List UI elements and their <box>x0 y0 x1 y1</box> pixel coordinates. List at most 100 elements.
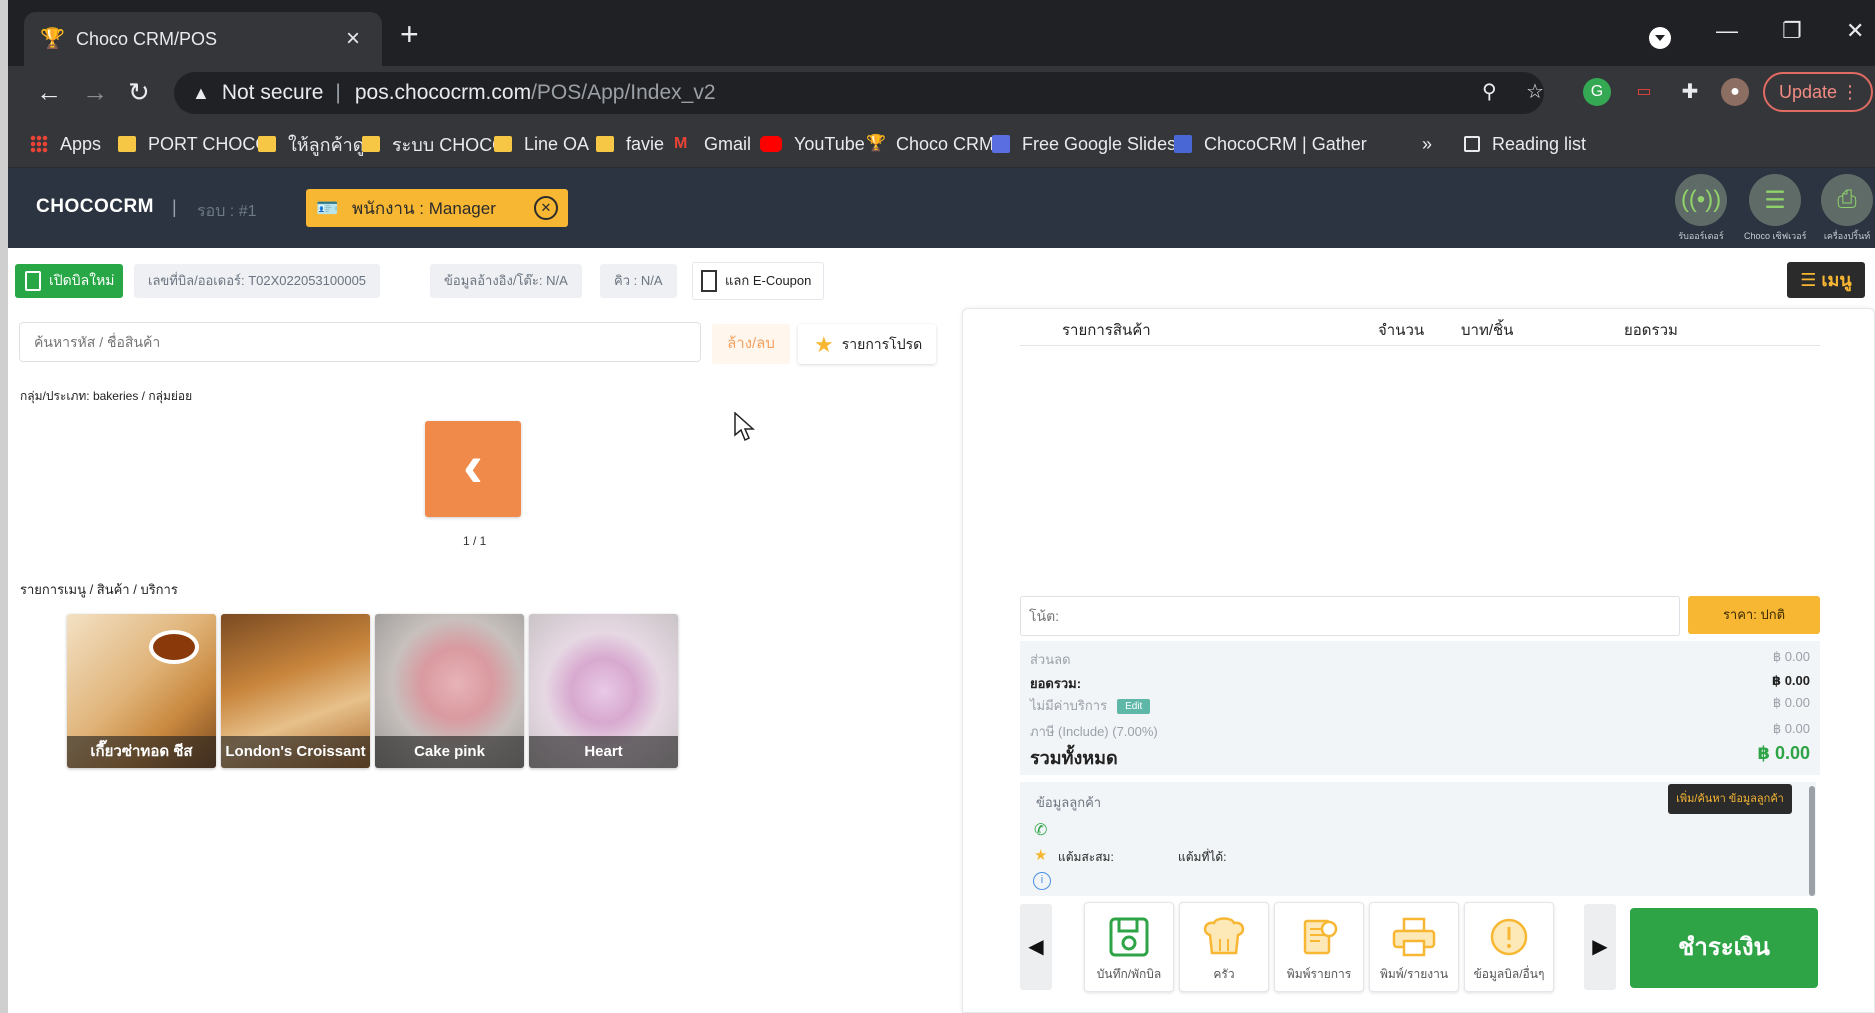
bookmarks-overflow-button[interactable]: » <box>1422 132 1432 156</box>
price-type-button[interactable]: ราคา: ปกติ <box>1688 596 1820 634</box>
reading-list-icon <box>1464 136 1480 152</box>
bill-info-button[interactable]: ข้อมูลบิล/อื่นๆ <box>1464 902 1554 992</box>
slides-icon <box>992 135 1010 153</box>
product-tile[interactable]: เกี๊ยวซ่าทอด ชีส <box>67 614 216 768</box>
avatar[interactable]: ● <box>1721 78 1749 106</box>
bookmark-port-choco[interactable]: PORT CHOCO <box>118 132 269 156</box>
actions-prev-button[interactable]: ◀ <box>1020 904 1052 990</box>
printer-icon: ⎙ <box>1821 174 1873 226</box>
grand-total-value: ฿ 0.00 <box>1757 743 1810 763</box>
cart-column-header: บาท/ชิ้น <box>1461 322 1514 339</box>
forward-icon[interactable]: → <box>82 78 108 106</box>
edit-service-button[interactable]: Edit <box>1117 699 1151 714</box>
qr-code-icon <box>701 270 717 292</box>
add-customer-button[interactable]: เพิ่ม/ค้นหา ข้อมูลลูกค้า <box>1668 784 1792 814</box>
bookmark-youtube[interactable]: YouTube <box>760 132 865 156</box>
staff-badge[interactable]: 🪪 พนักงาน : Manager ✕ <box>306 189 568 227</box>
folder-icon <box>258 136 276 152</box>
e-coupon-button[interactable]: แลก E-Coupon <box>692 262 825 300</box>
minimize-icon[interactable]: — <box>1716 18 1738 44</box>
broadcast-icon: ((•)) <box>1675 174 1727 226</box>
folder-icon <box>596 136 614 152</box>
reading-list-button[interactable]: Reading list <box>1464 132 1586 156</box>
brand-logo: CHOCOCRM <box>36 196 154 217</box>
product-tile[interactable]: Cake pink <box>375 614 524 768</box>
new-bill-button[interactable]: เปิดบิลใหม่ <box>15 264 123 298</box>
star-icon: ★ <box>814 332 834 357</box>
bookmarks-bar: Apps PORT CHOCO ให้ลูกค้าดู ระบบ CHOCO L… <box>8 120 1875 168</box>
print-list-icon <box>1275 909 1363 965</box>
bookmark-line-oa[interactable]: Line OA <box>494 132 589 156</box>
points-earned-label: แต้มที่ได้: <box>1178 850 1227 864</box>
server-icon: ☰ <box>1749 174 1801 226</box>
browser-tab[interactable]: 🏆 Choco CRM/POS × <box>24 12 382 66</box>
back-category-button[interactable]: ‹ <box>425 421 521 517</box>
product-search-input[interactable] <box>19 322 701 362</box>
youtube-icon <box>760 136 782 152</box>
info-icon <box>1465 909 1553 965</box>
new-tab-icon[interactable]: + <box>400 18 419 50</box>
pay-button[interactable]: ชำระเงิน <box>1630 908 1818 988</box>
clear-button[interactable]: ล้าง/ลบ <box>712 324 790 364</box>
bookmark-favie[interactable]: favie <box>596 132 664 156</box>
mouse-cursor-icon <box>734 412 755 442</box>
update-button[interactable]: Update <box>1763 72 1873 112</box>
totals-box: ส่วนลด฿ 0.00 ยอดรวม: ฿ 0.00 ไม่มีค่าบริกา… <box>1020 641 1820 775</box>
extension-grammarly-icon[interactable]: G <box>1583 78 1611 106</box>
bookmark-choco-system[interactable]: ระบบ CHOCO <box>362 132 506 156</box>
security-label: Not secure <box>221 81 324 104</box>
bookmark-chococrm-gather[interactable]: ChocoCRM | Gather <box>1174 132 1367 156</box>
printer-button[interactable]: ⎙ เครื่องปริ้นท์ <box>1816 174 1875 243</box>
save-hold-bill-button[interactable]: บันทึก/พักบิล <box>1084 902 1174 992</box>
reload-icon[interactable]: ↻ <box>128 78 150 106</box>
close-window-icon[interactable]: ✕ <box>1846 18 1864 44</box>
close-staff-icon[interactable]: ✕ <box>534 196 558 220</box>
order-receiver-button[interactable]: ((•)) รับออร์เดอร์ <box>1670 174 1732 243</box>
profile-dropdown-icon[interactable] <box>1649 27 1671 49</box>
reference-chip[interactable]: ข้อมูลอ้างอิง/โต๊ะ: N/A <box>430 264 582 298</box>
product-tile[interactable]: London's Croissant <box>221 614 370 768</box>
bookmark-choco-crm[interactable]: 🏆 Choco CRM <box>866 132 994 156</box>
choco-server-button[interactable]: ☰ Choco เซิฟเวอร์ <box>1744 174 1806 243</box>
chef-hat-icon <box>1180 909 1268 965</box>
menu-button[interactable]: ☰ เมนู <box>1787 262 1865 298</box>
print-report-button[interactable]: พิมพ์/รายงาน <box>1369 902 1459 992</box>
bookmark-apps[interactable]: Apps <box>30 132 101 156</box>
bookmark-star-icon[interactable]: ☆ <box>1526 79 1544 104</box>
page-indicator: 1 / 1 <box>463 534 487 548</box>
customer-scrollbar[interactable] <box>1809 786 1815 896</box>
extension-cast-icon[interactable]: ▭ <box>1630 78 1658 106</box>
back-icon[interactable]: ← <box>36 78 62 106</box>
info-icon[interactable]: i <box>1033 872 1051 890</box>
bill-number-chip: เลขที่บิล/ออเดอร์: T02X022053100005 <box>134 264 381 298</box>
document-icon <box>25 271 41 291</box>
grand-total-row: รวมทั้งหมด ฿ 0.00 <box>1030 743 1810 772</box>
url-host: pos.chococrm.com <box>354 81 532 104</box>
url-path: /POS/App/Index_v2 <box>531 81 716 104</box>
bookmark-customer[interactable]: ให้ลูกค้าดู <box>258 132 364 156</box>
bookmark-gmail[interactable]: M Gmail <box>674 132 751 156</box>
print-list-button[interactable]: พิมพ์รายการ <box>1274 902 1364 992</box>
subtotal-row: ยอดรวม: ฿ 0.00 <box>1030 673 1810 691</box>
save-icon <box>1085 909 1173 965</box>
bill-toolbar: เปิดบิลใหม่ เลขที่บิล/ออเดอร์: T02X02205… <box>8 248 1875 306</box>
staff-id-icon: 🪪 <box>316 197 339 218</box>
bookmark-free-google-slides[interactable]: Free Google Slides... <box>992 132 1191 156</box>
warning-icon: ▲ <box>192 82 210 103</box>
folder-icon <box>362 136 380 152</box>
restore-icon[interactable]: ❐ <box>1782 18 1802 44</box>
products-section-title: รายการเมนู / สินค้า / บริการ <box>20 582 178 597</box>
close-tab-icon[interactable]: × <box>340 25 366 53</box>
kitchen-button[interactable]: ครัว <box>1179 902 1269 992</box>
extensions-puzzle-icon[interactable]: ✚ <box>1676 78 1704 106</box>
address-bar[interactable]: ▲ Not secure | pos.chococrm.com/POS/App/… <box>174 72 1544 114</box>
zoom-icon[interactable]: ⚲ <box>1482 79 1497 104</box>
favorites-button[interactable]: ★ รายการโปรด <box>798 324 936 364</box>
queue-chip[interactable]: คิว : N/A <box>600 264 677 298</box>
note-input[interactable] <box>1020 596 1680 636</box>
discount-row: ส่วนลด฿ 0.00 <box>1030 649 1810 667</box>
tax-row: ภาษี (Include) (7.00%) ฿ 0.00 <box>1030 721 1810 739</box>
actions-next-button[interactable]: ▶ <box>1584 904 1616 990</box>
product-tile[interactable]: Heart <box>529 614 678 768</box>
gather-icon <box>1174 135 1192 153</box>
